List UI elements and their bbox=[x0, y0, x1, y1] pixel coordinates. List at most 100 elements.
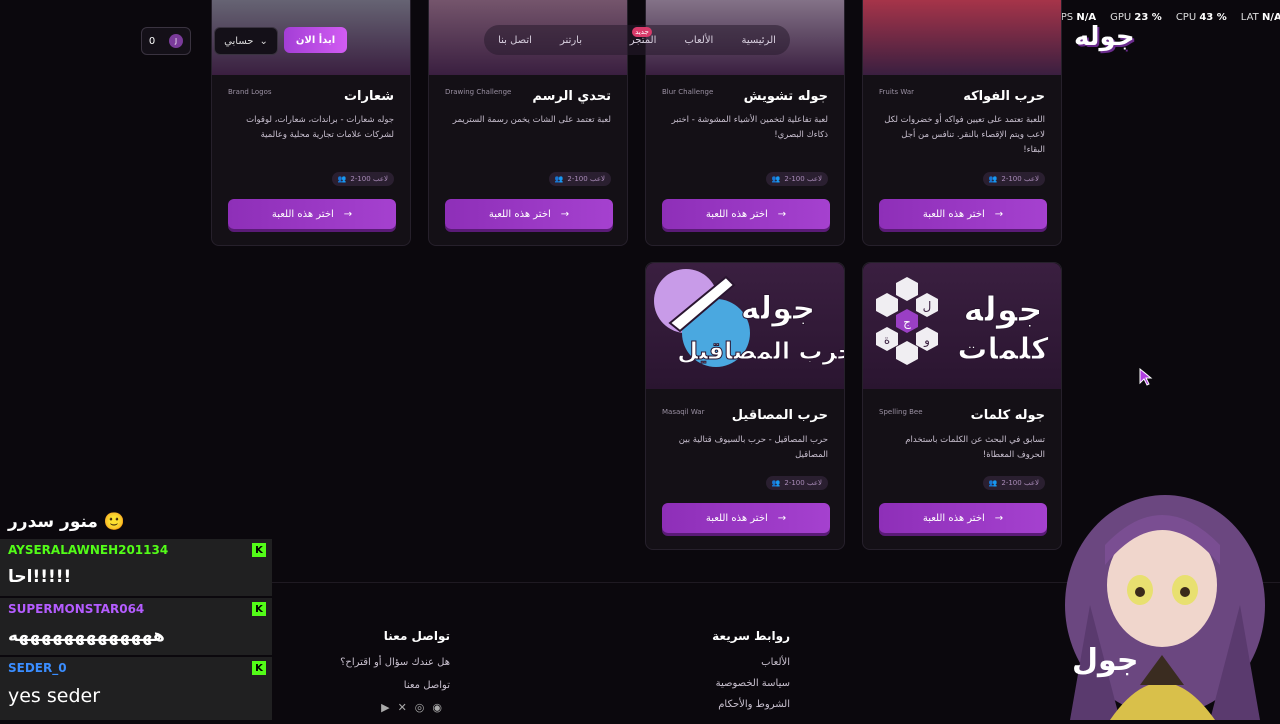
new-badge: جديد bbox=[632, 26, 652, 37]
kick-icon: K bbox=[252, 661, 266, 675]
coin-icon: J bbox=[169, 34, 184, 48]
game-title: شعارات bbox=[343, 89, 394, 104]
game-card-spelling-bee: ل ج و ة جوله كلمات جوله كلمات Spelling B… bbox=[862, 262, 1062, 550]
footer-link-privacy[interactable]: سياسة الخصوصية bbox=[672, 678, 790, 689]
chat-message: AYSERALAWNEH201134 K احا!!!!! bbox=[0, 539, 272, 596]
art-title-line2: كلمات bbox=[957, 332, 1049, 367]
game-tag: Brand Logos bbox=[228, 88, 272, 96]
footer-quick-links: روابط سريعة الألعاب سياسة الخصوصية الشرو… bbox=[672, 629, 790, 710]
game-tag: Masaqil War bbox=[662, 408, 705, 416]
footer-link-games[interactable]: الألعاب bbox=[672, 657, 790, 668]
users-icon: 👥 bbox=[988, 479, 998, 487]
game-title: جوله تشويش bbox=[743, 89, 828, 104]
nav-store[interactable]: المتجرجديد bbox=[610, 26, 656, 46]
nav-contact[interactable]: اتصل بنا bbox=[498, 35, 532, 46]
players-badge: 👥 2-100 لاعب bbox=[982, 172, 1045, 186]
nav-games[interactable]: الألعاب bbox=[685, 35, 714, 46]
coin-balance[interactable]: 0J bbox=[141, 27, 191, 55]
mouse-cursor-icon bbox=[1139, 368, 1153, 386]
coin-count: 0 bbox=[148, 35, 156, 47]
arrow-icon: → bbox=[560, 208, 570, 220]
hex-letter: ج bbox=[903, 315, 911, 329]
game-card-masaqil-war: جوله حرب المصاقيل حرب المصاقيل Masaqil W… bbox=[645, 262, 845, 550]
game-description: جوله شعارات - براندات، شعارات، لوقوات لش… bbox=[246, 115, 394, 140]
choose-game-button[interactable]: اختر هذه اللعبة → bbox=[662, 503, 830, 533]
footer-contact-link[interactable]: تواصل معنا bbox=[332, 680, 450, 691]
avatar-illustration bbox=[1065, 495, 1265, 720]
top-bar: جوله الرئيسية الألعاب المتجرجديد بارتنر … bbox=[0, 0, 1280, 78]
choose-game-button[interactable]: اختر هذه اللعبة → bbox=[879, 199, 1047, 229]
spelling-bee-art: ل ج و ة جوله كلمات bbox=[876, 277, 1050, 368]
instagram-icon[interactable]: ◎ bbox=[415, 701, 433, 714]
chat-message: SUPERMONSTAR064 K هههههههههههههه bbox=[0, 598, 272, 655]
hex-letter: و bbox=[923, 333, 930, 348]
art-title-line1: جوله bbox=[741, 289, 816, 327]
game-description: حرب المصاقيل - حرب بالسيوف قتالية بين ال… bbox=[678, 435, 828, 460]
art-title-line2: حرب المصاقيل bbox=[677, 337, 844, 365]
footer-link-terms[interactable]: الشروط والأحكام bbox=[672, 699, 790, 710]
chat-text: yes seder bbox=[8, 685, 101, 707]
players-badge: 👥 2-100 لاعب bbox=[548, 172, 611, 186]
nav-partner[interactable]: بارتنر bbox=[560, 35, 582, 46]
game-title: حرب الفواكه bbox=[963, 89, 1045, 104]
choose-game-button[interactable]: اختر هذه اللعبة → bbox=[228, 199, 396, 229]
arrow-icon: → bbox=[777, 208, 787, 220]
players-badge: 👥 2-100 لاعب bbox=[765, 476, 828, 490]
game-thumbnail: ل ج و ة جوله كلمات bbox=[863, 263, 1061, 389]
social-icons: ▶✕◎◉ bbox=[332, 701, 450, 714]
kick-icon: K bbox=[252, 602, 266, 616]
users-icon: 👥 bbox=[771, 175, 781, 183]
x-icon[interactable]: ✕ bbox=[398, 701, 415, 714]
main-nav: الرئيسية الألعاب المتجرجديد بارتنر اتصل … bbox=[484, 25, 790, 55]
nav-home[interactable]: الرئيسية bbox=[741, 35, 775, 46]
game-description: تسابق في البحث عن الكلمات باستخدام الحرو… bbox=[905, 435, 1045, 460]
footer-contact-title: تواصل معنا bbox=[383, 629, 450, 643]
chat-message: SEDER_0 K yes seder bbox=[0, 657, 272, 720]
art-title-line1: جوله bbox=[963, 290, 1042, 330]
choose-game-button[interactable]: اختر هذه اللعبة → bbox=[662, 199, 830, 229]
users-icon: 👥 bbox=[771, 479, 781, 487]
users-icon: 👥 bbox=[988, 175, 998, 183]
game-tag: Drawing Challenge bbox=[445, 88, 512, 96]
arrow-icon: → bbox=[343, 208, 353, 220]
game-thumbnail: جوله حرب المصاقيل bbox=[646, 263, 844, 389]
hex-letter: ل bbox=[923, 299, 932, 313]
account-dropdown[interactable]: حسابي ⌄ bbox=[214, 27, 278, 55]
vtuber-avatar: جول bbox=[1050, 485, 1280, 720]
account-label: حسابي bbox=[224, 35, 254, 47]
users-icon: 👥 bbox=[554, 175, 564, 183]
players-badge: 👥 2-100 لاعب bbox=[982, 476, 1045, 490]
game-title: جوله كلمات bbox=[970, 408, 1045, 423]
start-now-button[interactable]: ابدأ الان bbox=[284, 27, 347, 53]
arrow-icon: → bbox=[777, 512, 787, 524]
chat-username: SUPERMONSTAR064 bbox=[8, 602, 145, 616]
players-badge: 👥 2-100 لاعب bbox=[331, 172, 394, 186]
footer-contact-question: هل عندك سؤال أو اقتراح؟ bbox=[340, 657, 450, 668]
hex-letter: ة bbox=[884, 333, 890, 347]
game-description: لعبة تعتمد على الشات يخمن رسمة الستريمر bbox=[452, 115, 611, 125]
site-logo[interactable]: جوله bbox=[1074, 22, 1135, 52]
choose-game-button[interactable]: اختر هذه اللعبة → bbox=[879, 503, 1047, 533]
game-tag: Spelling Bee bbox=[879, 408, 923, 416]
chat-top-message: منور سدرر 🙂 bbox=[8, 512, 126, 532]
chat-text: هههههههههههههه bbox=[8, 626, 165, 646]
game-description: لعبة تفاعلية لتخمين الأشياء المشوشة - اخ… bbox=[671, 115, 828, 140]
stream-chat: منور سدرر 🙂 AYSERALAWNEH201134 K احا!!!!… bbox=[0, 512, 272, 720]
chat-username: AYSERALAWNEH201134 bbox=[8, 543, 169, 557]
chat-username: SEDER_0 bbox=[8, 661, 67, 675]
masaqil-war-art: جوله حرب المصاقيل bbox=[654, 269, 844, 367]
game-title: حرب المصاقيل bbox=[731, 408, 828, 423]
discord-icon[interactable]: ◉ bbox=[432, 701, 450, 714]
users-icon: 👥 bbox=[337, 175, 347, 183]
game-description: اللعبة تعتمد على تعيين فواكه أو خضروات ل… bbox=[884, 115, 1045, 155]
arrow-icon: → bbox=[994, 512, 1004, 524]
youtube-icon[interactable]: ▶ bbox=[381, 701, 397, 714]
game-tag: Fruits War bbox=[879, 88, 915, 96]
choose-game-button[interactable]: اختر هذه اللعبة → bbox=[445, 199, 613, 229]
chat-text: احا!!!!! bbox=[8, 567, 72, 587]
game-tag: Blur Challenge bbox=[662, 88, 714, 96]
game-title: تحدي الرسم bbox=[532, 89, 611, 104]
arrow-icon: → bbox=[994, 208, 1004, 220]
footer-links-title: روابط سريعة bbox=[712, 629, 790, 643]
players-badge: 👥 2-100 لاعب bbox=[765, 172, 828, 186]
